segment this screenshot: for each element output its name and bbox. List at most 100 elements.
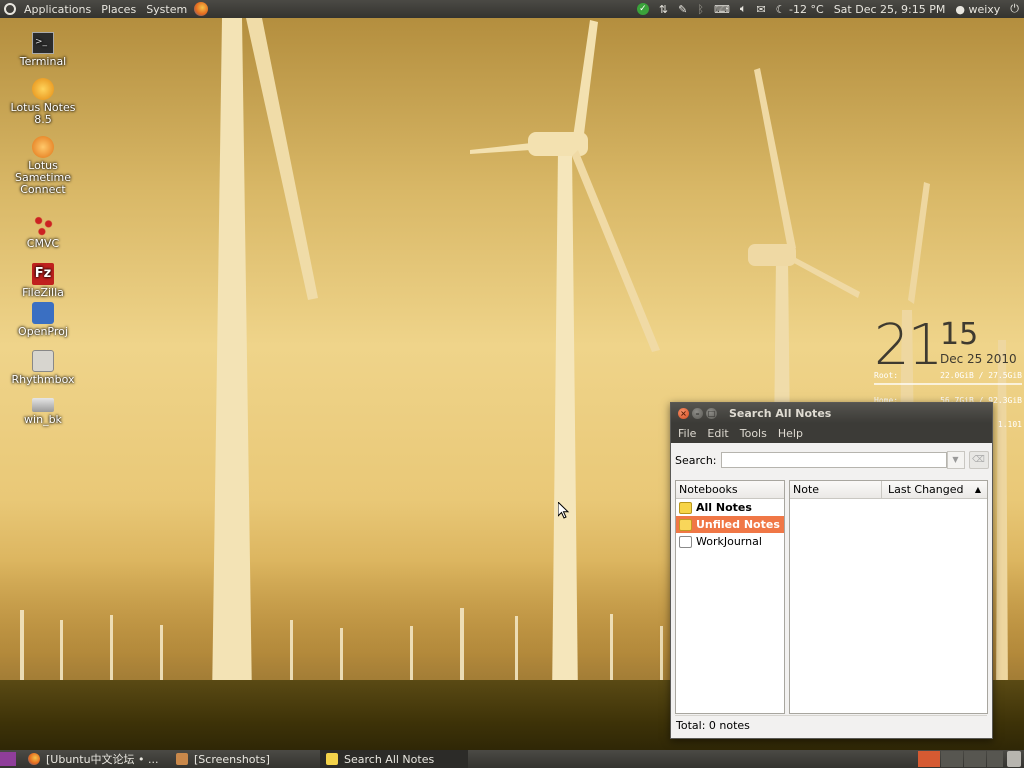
desktop-icon-label: Rhythmbox	[11, 373, 75, 386]
column-header-last-changed[interactable]: Last Changed ▲	[882, 483, 987, 496]
column-header-note[interactable]: Note	[790, 481, 882, 498]
clock[interactable]: Sat Dec 25, 9:15 PM	[829, 3, 951, 16]
workspace-4[interactable]	[987, 751, 1003, 767]
notes-column-headers: Note Last Changed ▲	[790, 481, 987, 499]
notebook-label: Unfiled Notes	[696, 518, 780, 531]
search-input[interactable]	[720, 452, 947, 468]
last-changed-label: Last Changed	[888, 483, 964, 496]
folder-icon	[176, 753, 188, 765]
unfiled-notes-icon	[679, 518, 692, 531]
bluetooth-icon[interactable]: ᛒ	[692, 3, 709, 16]
window-title: Search All Notes	[729, 406, 832, 420]
drive-icon	[32, 398, 54, 412]
mail-icon[interactable]: ✉	[751, 3, 770, 16]
desktop-icon-terminal[interactable]: >_ Terminal	[8, 32, 78, 68]
desktop-icon-win-bk[interactable]: win_bk	[8, 394, 78, 426]
filezilla-icon: Fz	[32, 263, 54, 285]
trash-icon[interactable]	[1007, 751, 1021, 767]
taskbar-item-firefox[interactable]: [Ubuntu中文论坛 • ...	[28, 750, 168, 768]
search-label: Search:	[675, 453, 717, 467]
system-tray: ✓ ⇅ ✎ ᛒ ⌨ 🔈︎ ✉ ☾ -12 °C Sat Dec 25, 9:15…	[632, 0, 1024, 18]
search-history-dropdown[interactable]: ▼	[946, 451, 965, 469]
openproj-icon	[32, 302, 54, 324]
clock-minute: 15	[940, 317, 979, 352]
minimize-window-button[interactable]: –	[692, 407, 703, 419]
moon-icon: ☾	[775, 2, 786, 16]
desktop-icon-lotus-notes[interactable]: Lotus Notes 8.5	[8, 78, 78, 126]
power-icon[interactable]: ⏻	[1005, 2, 1024, 16]
maximize-window-button[interactable]: □	[706, 407, 717, 419]
desktop-icon-cmvc[interactable]: CMVC	[8, 214, 78, 250]
clock-hour: 21	[874, 313, 943, 378]
ip-fragment: 1.101	[997, 420, 1022, 429]
taskbar-label: [Ubuntu中文论坛 • ...	[46, 753, 159, 766]
firefox-launcher-icon[interactable]	[194, 2, 209, 16]
tools-menu[interactable]: Tools	[735, 427, 772, 440]
root-disk-label: Root:	[874, 371, 899, 380]
notebook-label: All Notes	[696, 501, 752, 514]
ubuntu-logo-icon[interactable]	[4, 3, 16, 15]
notebooks-list: Notebooks All Notes Unfiled Notes WorkJo…	[675, 480, 785, 714]
status-separator	[675, 715, 987, 716]
update-check-icon[interactable]: ✓	[632, 3, 654, 15]
root-disk-bar	[874, 383, 1022, 385]
desktop-icon-label: Lotus Notes 8.5	[10, 101, 76, 126]
tomboy-icon	[326, 753, 338, 765]
notebook-label: WorkJournal	[696, 535, 762, 548]
terminal-icon: >_	[32, 32, 54, 54]
window-titlebar[interactable]: × – □ Search All Notes	[671, 403, 992, 423]
show-desktop-button[interactable]	[0, 752, 16, 766]
desktop-icon-rhythmbox[interactable]: Rhythmbox	[8, 350, 78, 386]
lotus-notes-icon	[32, 78, 54, 100]
close-window-button[interactable]: ×	[678, 407, 689, 419]
desktop-icon-sametime[interactable]: Lotus Sametime Connect	[8, 136, 78, 196]
desktop-icon-filezilla[interactable]: Fz FileZilla	[8, 263, 78, 299]
notebook-icon	[679, 535, 692, 548]
network-icon[interactable]: ⇅	[654, 3, 673, 16]
notes-list: Note Last Changed ▲	[789, 480, 988, 714]
keyboard-icon[interactable]: ⌨	[709, 3, 735, 16]
weather-temp: -12 °C	[789, 2, 824, 16]
system-menu[interactable]: System	[141, 3, 192, 16]
status-text: Total: 0 notes	[676, 719, 750, 732]
search-all-notes-window: × – □ Search All Notes File Edit Tools H…	[670, 402, 993, 739]
notebook-item-unfiled-notes[interactable]: Unfiled Notes	[676, 516, 784, 533]
sort-ascending-icon: ▲	[974, 485, 981, 494]
workspace-2[interactable]	[941, 751, 963, 767]
desktop-icon-openproj[interactable]: OpenProj	[8, 302, 78, 338]
user-menu[interactable]: ● weixy	[950, 3, 1005, 16]
bottom-panel: [Ubuntu中文论坛 • ... [Screenshots] Search A…	[0, 750, 1024, 768]
volume-icon[interactable]: 🔈︎	[735, 2, 752, 16]
user-name: weixy	[968, 2, 1001, 16]
applications-menu[interactable]: Applications	[19, 3, 96, 16]
notes-applet-icon[interactable]: ✎	[673, 3, 692, 16]
help-menu[interactable]: Help	[773, 427, 808, 440]
desktop-icon-label: OpenProj	[18, 325, 68, 338]
notebooks-header[interactable]: Notebooks	[676, 481, 784, 499]
mouse-cursor-icon	[558, 502, 570, 519]
places-menu[interactable]: Places	[96, 3, 141, 16]
cmvc-icon	[32, 214, 54, 236]
workspace-1[interactable]	[918, 751, 940, 767]
taskbar-label: [Screenshots]	[194, 752, 270, 766]
taskbar-item-search-all-notes[interactable]: Search All Notes	[320, 750, 468, 768]
desktop-icon-label: Lotus Sametime Connect	[14, 159, 72, 196]
notebook-item-workjournal[interactable]: WorkJournal	[676, 533, 784, 550]
taskbar-item-screenshots[interactable]: [Screenshots]	[176, 750, 316, 768]
workspace-3[interactable]	[964, 751, 986, 767]
weather-indicator[interactable]: ☾ -12 °C	[771, 3, 829, 16]
desktop-icon-label: Terminal	[19, 55, 67, 68]
clear-search-button[interactable]: ⌫	[968, 451, 989, 469]
taskbar-label: Search All Notes	[344, 752, 435, 766]
user-status-icon: ●	[955, 2, 965, 16]
edit-menu[interactable]: Edit	[702, 427, 733, 440]
file-menu[interactable]: File	[673, 427, 701, 440]
search-row: Search: ▼ ⌫	[671, 447, 992, 473]
window-menubar: File Edit Tools Help	[671, 423, 992, 443]
desktop-icon-label: win_bk	[24, 413, 62, 426]
desktop-icon-label: CMVC	[26, 237, 60, 250]
root-disk-value: 22.0GiB / 27.5GiB	[940, 371, 1022, 380]
notebook-item-all-notes[interactable]: All Notes	[676, 499, 784, 516]
firefox-icon	[28, 753, 40, 765]
desktop-icon-label: FileZilla	[22, 286, 64, 299]
